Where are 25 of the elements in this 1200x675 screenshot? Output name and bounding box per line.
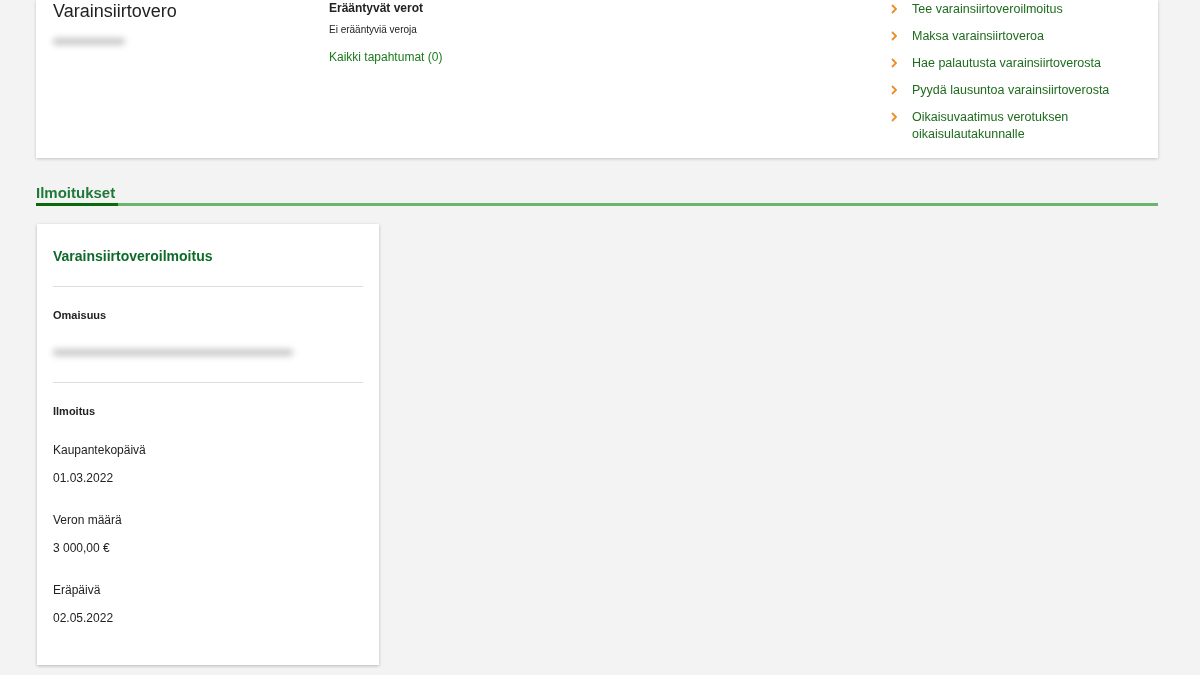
page-title: Varainsiirtovero <box>53 0 178 22</box>
section-heading: Omaisuus <box>53 309 108 321</box>
field-value: 01.03.2022 <box>53 471 115 485</box>
action-link[interactable]: Oikaisuvaatimus verotuksen oikaisulautakunnalle <box>891 109 1131 143</box>
chevron-icon <box>891 112 897 122</box>
chevron-icon <box>891 31 897 41</box>
action-link[interactable]: Hae palautusta varainsiirtoverosta <box>891 55 1131 72</box>
chevron-icon <box>891 58 897 68</box>
section-heading: Ilmoitus <box>53 405 97 417</box>
card-title: Varainsiirtoveroilmoitus <box>53 248 214 264</box>
chevron-icon <box>891 85 897 95</box>
action-link[interactable]: Tee varainsiirtoveroilmoitus <box>891 1 1131 18</box>
chevron-icon <box>891 4 897 14</box>
field-value: 3 000,00 € <box>53 541 111 555</box>
action-link[interactable]: Maksa varainsiirtoveroa <box>891 28 1131 45</box>
section-heading: Erääntyvät verot <box>329 1 425 15</box>
action-link[interactable]: Pyydä lausuntoa varainsiirtoverosta <box>891 82 1131 99</box>
field-label: Veron määrä <box>53 513 123 527</box>
field-label: Eräpäivä <box>53 583 102 597</box>
tab[interactable]: Ilmoitukset <box>36 182 118 206</box>
status-text: Ei erääntyviä veroja <box>329 24 418 35</box>
field-value: 02.05.2022 <box>53 611 115 625</box>
blurred-text <box>53 38 125 45</box>
field-label: Kaupantekopäivä <box>53 443 147 457</box>
events-link[interactable]: Kaikki tapahtumat (0) <box>329 50 443 64</box>
